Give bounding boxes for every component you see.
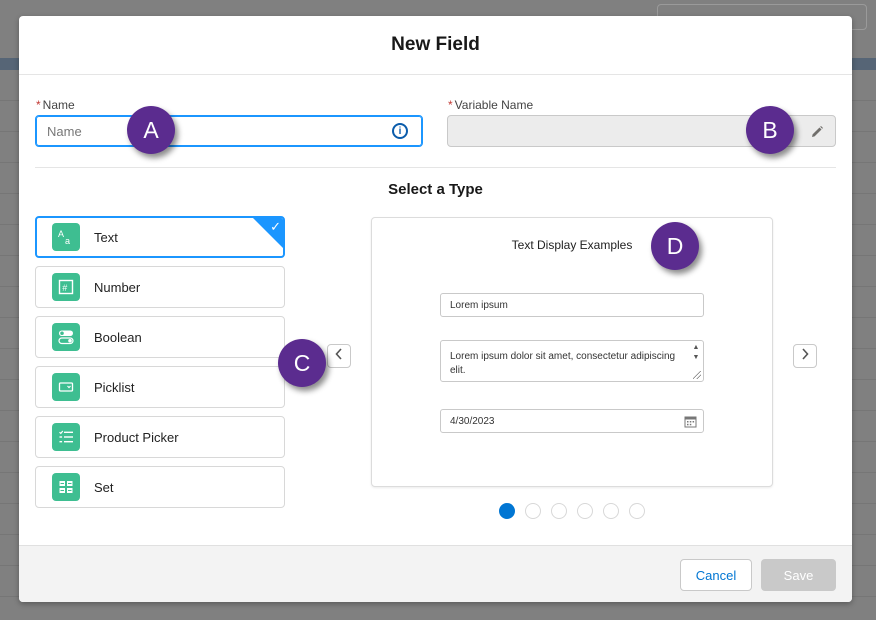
required-marker: *: [448, 98, 453, 112]
svg-text:#: #: [62, 283, 67, 293]
preview-title: Text Display Examples: [511, 238, 633, 252]
set-type-icon: [52, 473, 80, 501]
type-option-picklist[interactable]: Picklist: [35, 366, 285, 408]
type-label: Product Picker: [94, 429, 179, 445]
toggle-type-icon: [52, 323, 80, 351]
picklist-type-icon: [52, 373, 80, 401]
select-type-heading: Select a Type: [388, 181, 483, 198]
variable-name-label: * Variable Name: [448, 98, 533, 112]
carousel-dot[interactable]: [603, 503, 619, 519]
svg-text:A: A: [58, 229, 64, 239]
preview-text-input: Lorem ipsum: [440, 293, 704, 317]
check-icon: ✓: [270, 219, 281, 234]
preview-date-input: 4/30/2023: [440, 409, 704, 433]
carousel-prev-button[interactable]: [327, 344, 351, 368]
required-marker: *: [36, 98, 41, 112]
type-option-number[interactable]: # Number: [35, 266, 285, 308]
carousel-dot[interactable]: [499, 503, 515, 519]
carousel-dot[interactable]: [551, 503, 567, 519]
save-button[interactable]: Save: [761, 559, 836, 591]
new-field-modal: New Field * Name Name i * Variable Name Se…: [19, 16, 852, 602]
callout-a: A: [127, 106, 175, 154]
variable-name-label-text: Variable Name: [454, 98, 534, 112]
carousel-dot[interactable]: [577, 503, 593, 519]
cancel-button[interactable]: Cancel: [680, 559, 752, 591]
pencil-icon[interactable]: [807, 122, 827, 142]
type-label: Picklist: [94, 379, 135, 395]
carousel-indicators: [499, 503, 645, 519]
info-icon[interactable]: i: [392, 123, 408, 139]
section-divider: [35, 167, 836, 168]
name-input[interactable]: Name i: [35, 115, 423, 147]
preview-textarea: Lorem ipsum dolor sit amet, consectetur …: [440, 340, 704, 382]
svg-text:a: a: [65, 236, 70, 246]
modal-title: New Field: [391, 34, 480, 55]
name-placeholder: Name: [47, 123, 82, 139]
chevron-right-icon: [800, 347, 810, 365]
name-label: * Name: [36, 98, 75, 112]
preview-textarea-value: Lorem ipsum dolor sit amet, consectetur …: [450, 351, 676, 376]
modal-header: New Field: [19, 16, 852, 75]
callout-d: D: [651, 222, 699, 270]
type-label: Boolean: [94, 329, 142, 345]
text-type-icon: Aa: [52, 223, 80, 251]
resize-grip-icon: [693, 371, 701, 379]
callout-b: B: [746, 106, 794, 154]
type-label: Set: [94, 479, 114, 495]
preview-date-value: 4/30/2023: [450, 415, 495, 427]
type-label: Text: [94, 229, 118, 245]
preview-text-value: Lorem ipsum: [450, 299, 508, 311]
carousel-next-button[interactable]: [793, 344, 817, 368]
type-option-product-picker[interactable]: Product Picker: [35, 416, 285, 458]
type-option-text[interactable]: Aa Text ✓: [35, 216, 285, 258]
calendar-icon: [684, 415, 697, 431]
type-option-set[interactable]: Set: [35, 466, 285, 508]
number-type-icon: #: [52, 273, 80, 301]
carousel-dot[interactable]: [525, 503, 541, 519]
callout-c: C: [278, 339, 326, 387]
type-list: Aa Text ✓ # Number Boolean Picklist Prod…: [35, 216, 285, 516]
type-preview-card: Text Display Examples Lorem ipsum Lorem …: [371, 217, 773, 487]
type-option-boolean[interactable]: Boolean: [35, 316, 285, 358]
modal-footer: Cancel Save: [19, 545, 852, 602]
chevron-left-icon: [334, 347, 344, 365]
carousel-dot[interactable]: [629, 503, 645, 519]
type-label: Number: [94, 279, 141, 295]
scroll-arrows-icon: ▲ ▼: [692, 344, 700, 361]
name-label-text: Name: [42, 98, 75, 112]
product-picker-type-icon: [52, 423, 80, 451]
